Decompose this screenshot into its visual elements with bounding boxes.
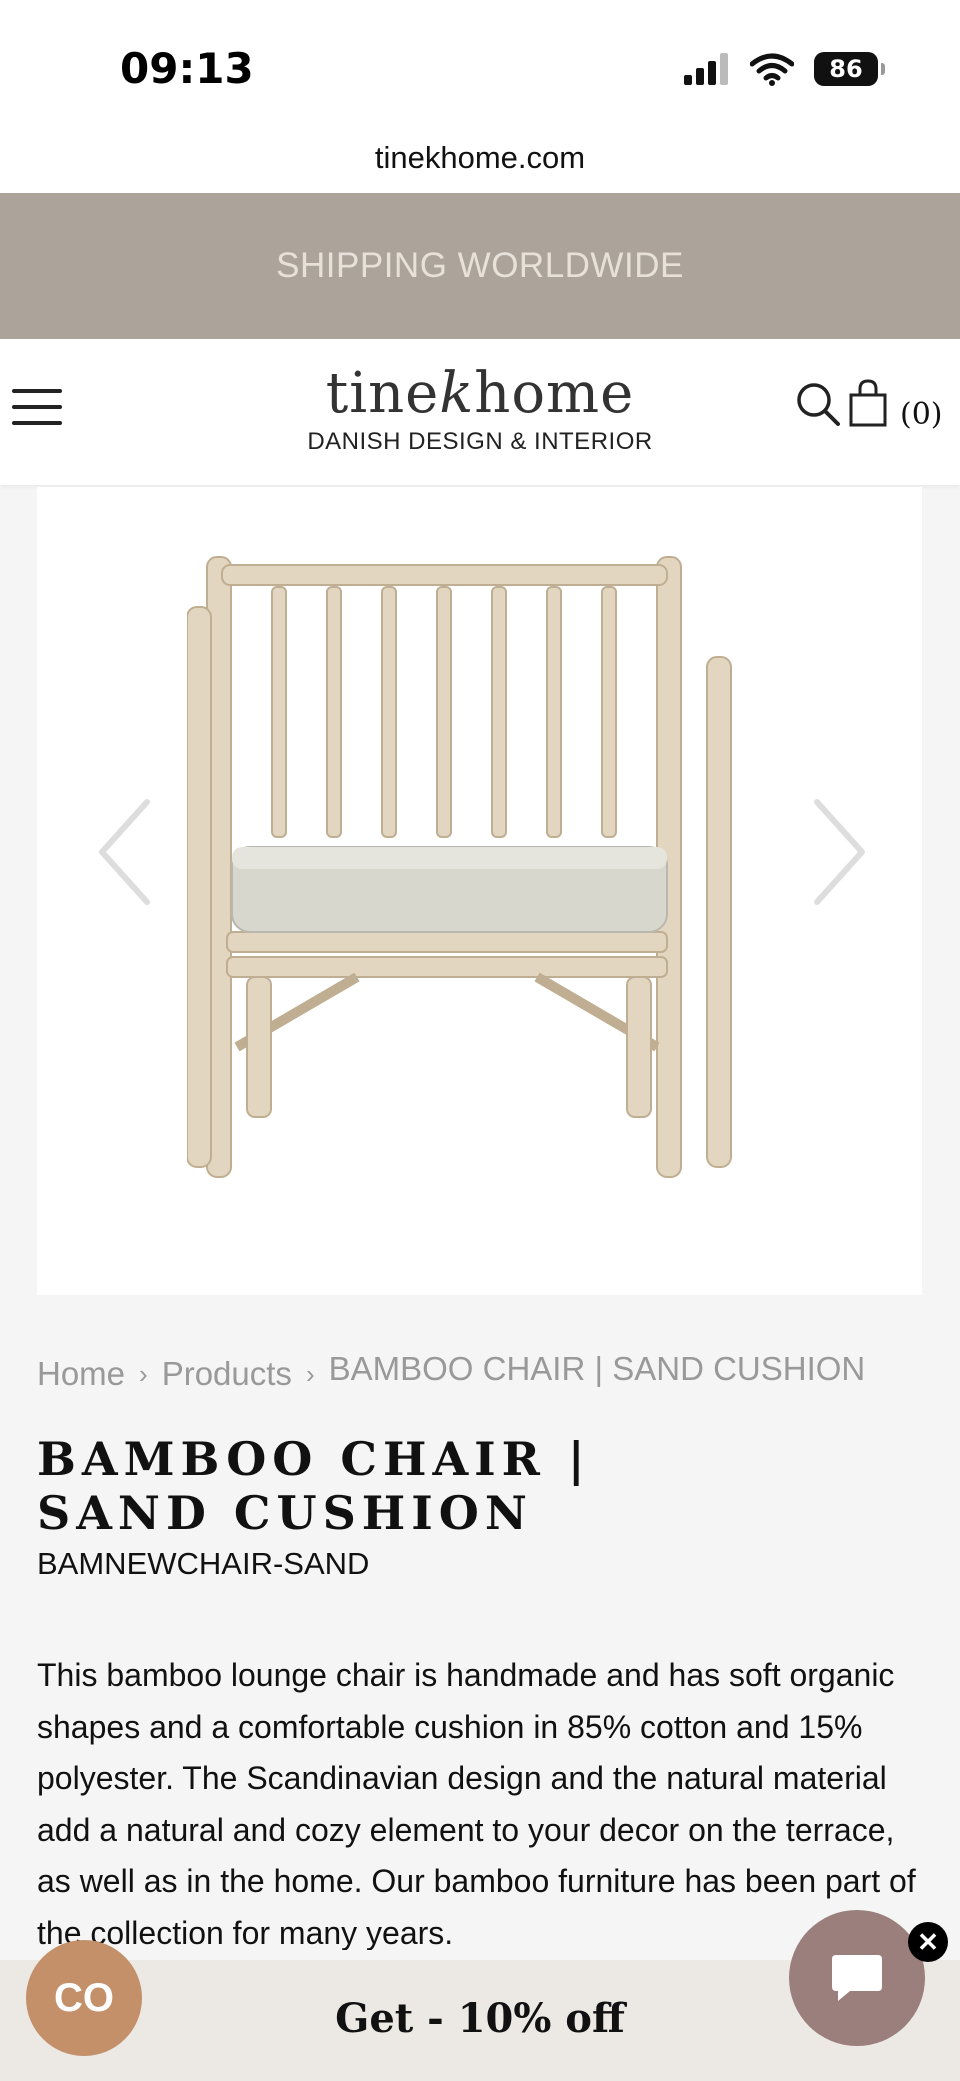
status-icons: 86 (684, 52, 885, 86)
previous-image-arrow-icon[interactable] (87, 792, 167, 912)
product-image-bamboo-chair (187, 556, 732, 1178)
product-description: This bamboo lounge chair is handmade and… (37, 1657, 916, 1950)
cart-count[interactable]: (0) (900, 397, 943, 432)
site-header: tinekhome DANISH DESIGN & INTERIOR (0) (0, 339, 960, 485)
promo-banner: SHIPPING WORLDWIDE (0, 193, 960, 339)
status-bar: 09:13 86 (0, 0, 960, 140)
shopping-bag-icon[interactable] (848, 379, 888, 427)
close-icon[interactable]: ✕ (908, 1922, 948, 1962)
product-title: BAMBOO CHAIR | SAND CUSHION (37, 1432, 591, 1540)
co-widget-button[interactable]: CO (26, 1940, 142, 2056)
breadcrumb-products[interactable]: Products (162, 1355, 292, 1393)
chat-bubble-icon (832, 1955, 882, 2001)
wifi-icon (750, 53, 794, 86)
product-image-gallery (37, 487, 922, 1295)
battery-indicator: 86 (814, 52, 885, 86)
search-icon[interactable] (795, 381, 841, 427)
signal-icon (684, 53, 728, 85)
breadcrumb: Home › Products › BAMBOO CHAIR | SAND CU… (37, 1350, 865, 1393)
logo-wordmark: tinekhome (325, 361, 635, 426)
product-sku: BAMNEWCHAIR-SAND (37, 1546, 370, 1581)
breadcrumb-separator-icon: › (139, 1358, 148, 1389)
logo-tagline: DANISH DESIGN & INTERIOR (307, 428, 653, 455)
status-time: 09:13 (120, 44, 254, 93)
breadcrumb-separator-icon: › (305, 1358, 315, 1389)
url-text[interactable]: tinekhome.com (0, 140, 960, 176)
next-image-arrow-icon[interactable] (797, 792, 877, 912)
breadcrumb-home[interactable]: Home (37, 1355, 125, 1393)
breadcrumb-current: BAMBOO CHAIR | SAND CUSHION (328, 1350, 866, 1387)
chat-button[interactable] (789, 1910, 925, 2046)
site-logo[interactable]: tinekhome DANISH DESIGN & INTERIOR (230, 361, 730, 456)
hamburger-menu-icon[interactable] (12, 389, 62, 427)
co-widget-label: CO (54, 1975, 114, 2020)
